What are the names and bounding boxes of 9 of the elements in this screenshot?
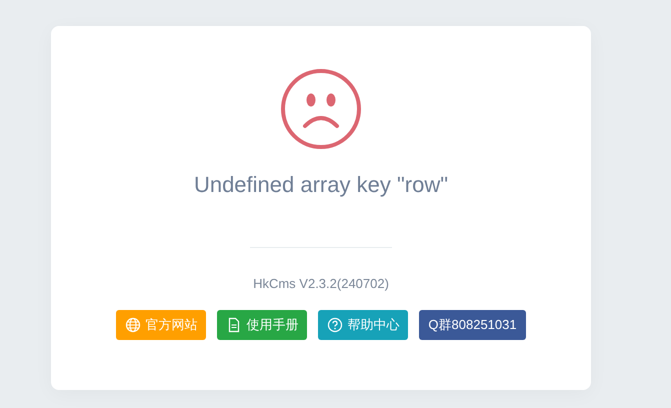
help-icon [327,316,344,332]
sad-face-icon [280,68,362,150]
globe-icon [125,316,142,332]
error-message: Undefined array key "row" [194,171,448,199]
link-button[interactable]: 使用手册 [217,310,308,340]
link-button[interactable]: Q群808251031 [419,310,526,340]
version-text: HkCms V2.3.2(240702) [253,275,389,293]
link-button[interactable]: 帮助中心 [318,310,408,340]
link-button[interactable]: 官方网站 [116,310,206,340]
